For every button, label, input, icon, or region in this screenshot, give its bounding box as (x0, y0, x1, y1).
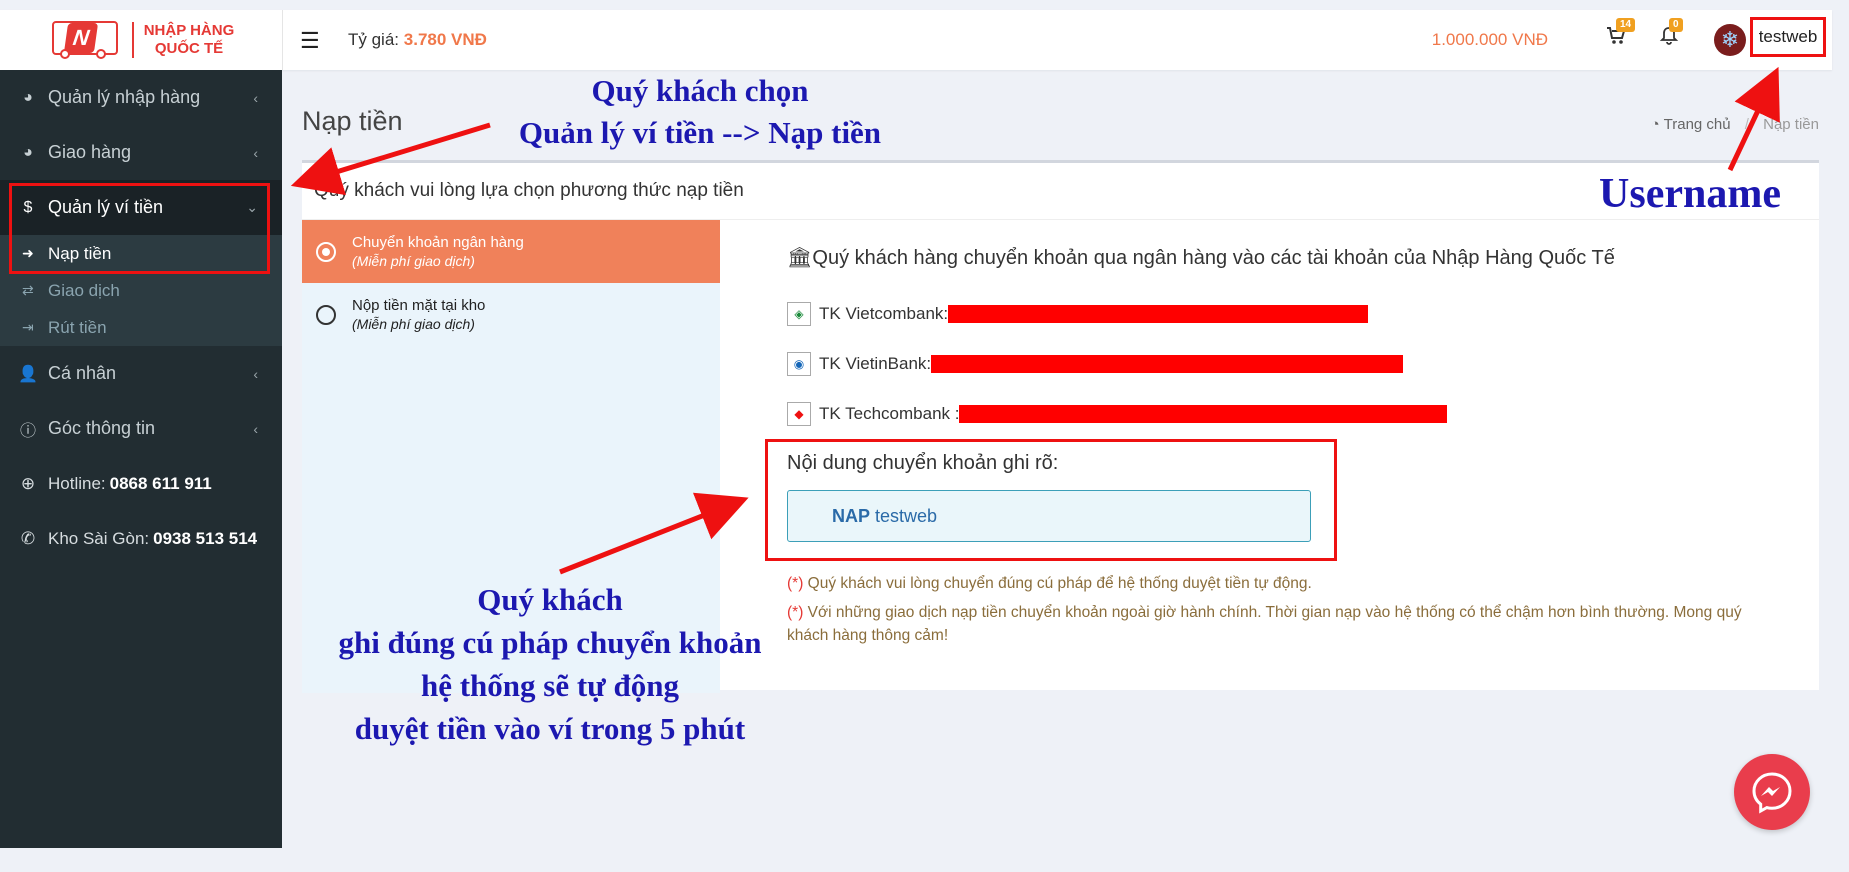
arrow-to-transfer-content (559, 492, 749, 575)
messenger-chat-button[interactable] (1734, 754, 1810, 830)
messenger-icon (1752, 772, 1792, 814)
arrow-to-username (1727, 66, 1780, 172)
arrow-to-wallet-menu (290, 122, 491, 196)
annotation-arrows (290, 66, 1780, 575)
page-bottom-strip (0, 848, 1849, 872)
